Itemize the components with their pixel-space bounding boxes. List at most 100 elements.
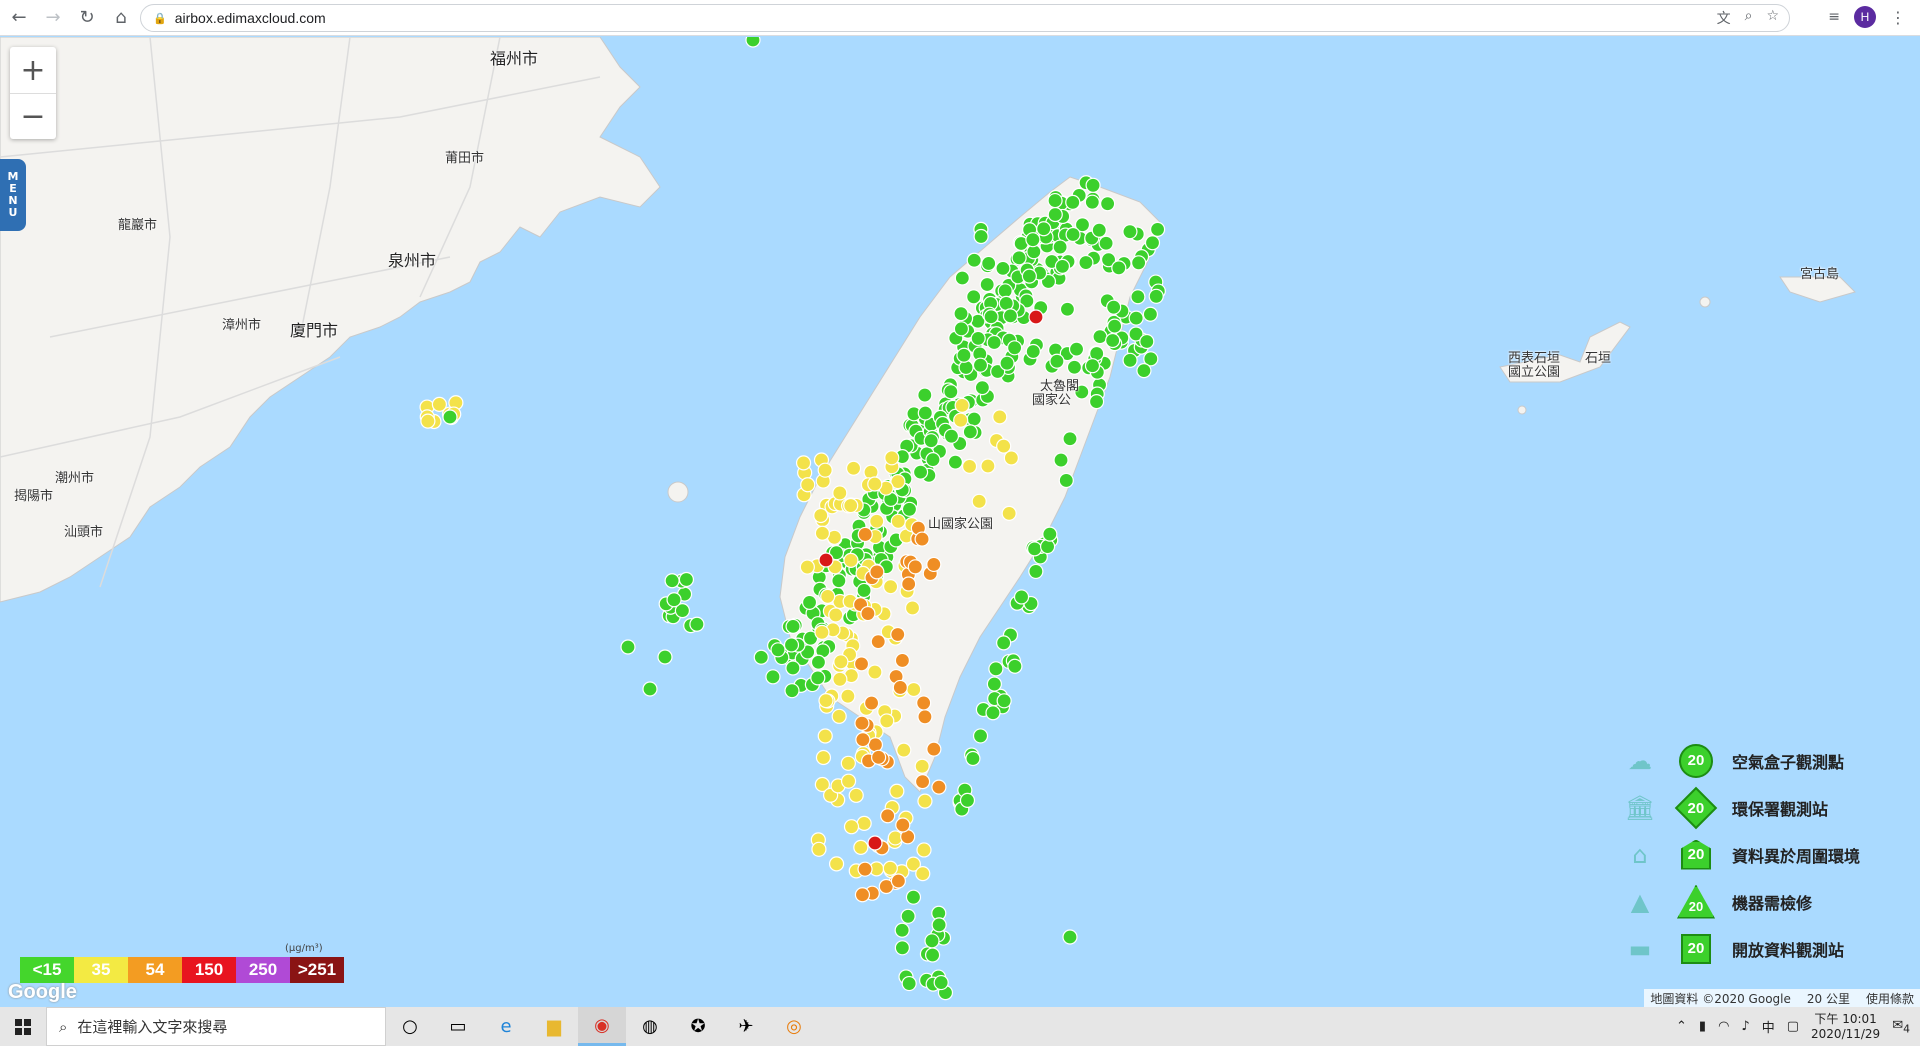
windows-start-icon[interactable] — [0, 1007, 46, 1046]
file-explorer-icon[interactable]: ▆ — [530, 1007, 578, 1046]
system-tray: ⌃ ▮ ◠ ♪ 中 ▢ 下午 10:01 2020/11/29 ✉4 — [1676, 1007, 1910, 1046]
sensor-marker — [901, 975, 917, 992]
app-icon[interactable]: ◍ — [626, 1007, 674, 1046]
taskbar-search-input[interactable]: ⌕ 在這裡輸入文字來搜尋 — [46, 1007, 386, 1046]
map-canvas[interactable]: + − M E N U 福州市 莆田市 龍巖市 泉州市 漳州市 廈門市 潮州市 揭陽市 汕頭市 宮… — [0, 37, 1920, 1007]
terms-link[interactable]: 使用條款 — [1866, 990, 1914, 1007]
zoom-out-button[interactable]: − — [10, 93, 56, 139]
sensor-marker — [811, 841, 827, 857]
reload-icon[interactable]: ↻ — [72, 3, 102, 33]
kebab-menu-icon[interactable]: ⋮ — [1890, 8, 1906, 27]
taskbar-clock[interactable]: 下午 10:01 2020/11/29 — [1811, 1012, 1880, 1042]
sensor-marker — [832, 671, 848, 687]
sensor-marker — [1002, 308, 1019, 324]
city-label: 廈門市 — [290, 321, 339, 340]
sensor-marker — [988, 661, 1004, 677]
profile-avatar[interactable]: H — [1854, 6, 1876, 28]
notification-icon[interactable]: ✉4 — [1892, 1018, 1910, 1036]
sensor-marker — [996, 438, 1012, 454]
home-icon[interactable]: ⌂ — [106, 3, 136, 33]
sensor-marker — [843, 552, 859, 568]
map-scale-label[interactable]: 20 公里 — [1807, 990, 1850, 1007]
sensor-marker — [915, 866, 931, 882]
sensor-marker — [814, 624, 830, 640]
sensor-marker — [814, 525, 830, 541]
menu-tab-button[interactable]: M E N U — [0, 159, 26, 231]
task-view-icon[interactable]: ▭ — [434, 1007, 482, 1046]
volume-icon[interactable]: ♪ — [1741, 1019, 1749, 1034]
sensor-marker — [998, 295, 1014, 312]
sensor-marker — [996, 693, 1012, 709]
sensor-marker — [890, 873, 907, 889]
back-icon[interactable]: ← — [4, 3, 34, 33]
zoom-icon[interactable]: ⌕ — [1745, 8, 1753, 28]
edge-browser-icon[interactable]: e — [482, 1007, 530, 1046]
notification-count: 4 — [1903, 1022, 1910, 1036]
app-icon[interactable]: ✈ — [722, 1007, 770, 1046]
sensor-marker — [818, 693, 834, 709]
sensor-marker — [973, 228, 989, 245]
chrome-browser-icon[interactable]: ◉ — [578, 1007, 626, 1046]
sensor-marker — [1011, 250, 1027, 266]
sensor-marker — [917, 709, 933, 725]
sensor-marker — [1122, 224, 1138, 240]
sensor-marker — [904, 600, 921, 616]
zoom-in-button[interactable]: + — [10, 47, 56, 93]
sensor-marker — [953, 306, 969, 322]
sensor-marker — [666, 592, 682, 608]
search-icon: ⌕ — [59, 1017, 68, 1036]
sensor-marker — [845, 460, 862, 476]
sensor-marker — [857, 526, 873, 543]
sensor-marker — [1065, 226, 1081, 243]
scale-cell: >251 — [290, 957, 344, 983]
sensor-marker — [442, 409, 458, 425]
sensor-marker — [979, 276, 995, 293]
legend-house-marker: 20 — [1681, 839, 1711, 870]
url-text[interactable]: airbox.edimaxcloud.com — [175, 10, 326, 26]
app-icon[interactable]: ✪ — [674, 1007, 722, 1046]
sensor-marker — [972, 728, 989, 744]
city-label: 國立公園 — [1508, 365, 1561, 380]
sensor-marker — [894, 922, 910, 938]
sensor-marker — [867, 476, 883, 492]
legend-square-marker: 20 — [1681, 933, 1711, 964]
input-mode-icon[interactable]: ▢ — [1787, 1019, 1799, 1034]
sensor-marker — [831, 708, 847, 724]
battery-icon[interactable]: ▮ — [1699, 1019, 1706, 1034]
forward-icon[interactable]: → — [38, 3, 68, 33]
sensor-marker — [889, 783, 905, 799]
sensor-marker — [974, 379, 990, 396]
legend-row-airbox: ☁ 20 空氣盒子觀測點 — [1620, 737, 1890, 784]
legend-label: 空氣盒子觀測點 — [1732, 752, 1845, 772]
lock-icon[interactable]: 🔒 — [153, 12, 167, 25]
bookmark-star-icon[interactable]: ☆ — [1766, 8, 1779, 28]
sensor-marker — [917, 387, 933, 403]
sensor-marker — [996, 635, 1012, 651]
address-bar[interactable]: 🔒 airbox.edimaxcloud.com 文 ⌕ ☆ — [140, 4, 1790, 32]
sensor-marker — [1088, 393, 1105, 410]
chevron-up-icon[interactable]: ⌃ — [1676, 1019, 1687, 1034]
map-data-credit[interactable]: 地圖資料 ©2020 Google — [1650, 990, 1791, 1007]
sensor-marker — [986, 676, 1002, 692]
ime-indicator[interactable]: 中 — [1762, 1017, 1775, 1036]
sensor-marker — [933, 974, 949, 991]
reading-list-icon[interactable]: ≡ — [1828, 9, 1840, 25]
sensor-marker — [1130, 289, 1146, 305]
sensor-marker — [1142, 306, 1158, 322]
sensor-marker — [1025, 343, 1041, 360]
sensor-marker — [879, 713, 895, 729]
translate-icon[interactable]: 文 — [1717, 8, 1731, 28]
blender-icon[interactable]: ◎ — [770, 1007, 818, 1046]
wifi-icon[interactable]: ◠ — [1718, 1019, 1729, 1034]
cortana-icon[interactable]: ○ — [386, 1007, 434, 1046]
sensor-marker — [867, 664, 883, 680]
sensor-marker — [813, 507, 829, 524]
sensor-marker — [855, 732, 871, 748]
sensor-marker — [985, 705, 1001, 721]
sensor-marker — [1047, 192, 1063, 209]
sensor-marker — [880, 808, 896, 824]
sensor-marker — [901, 576, 917, 592]
sensor-marker — [1025, 232, 1041, 248]
open-data-icon: ▬ — [1628, 934, 1652, 963]
sensor-marker — [956, 347, 972, 363]
